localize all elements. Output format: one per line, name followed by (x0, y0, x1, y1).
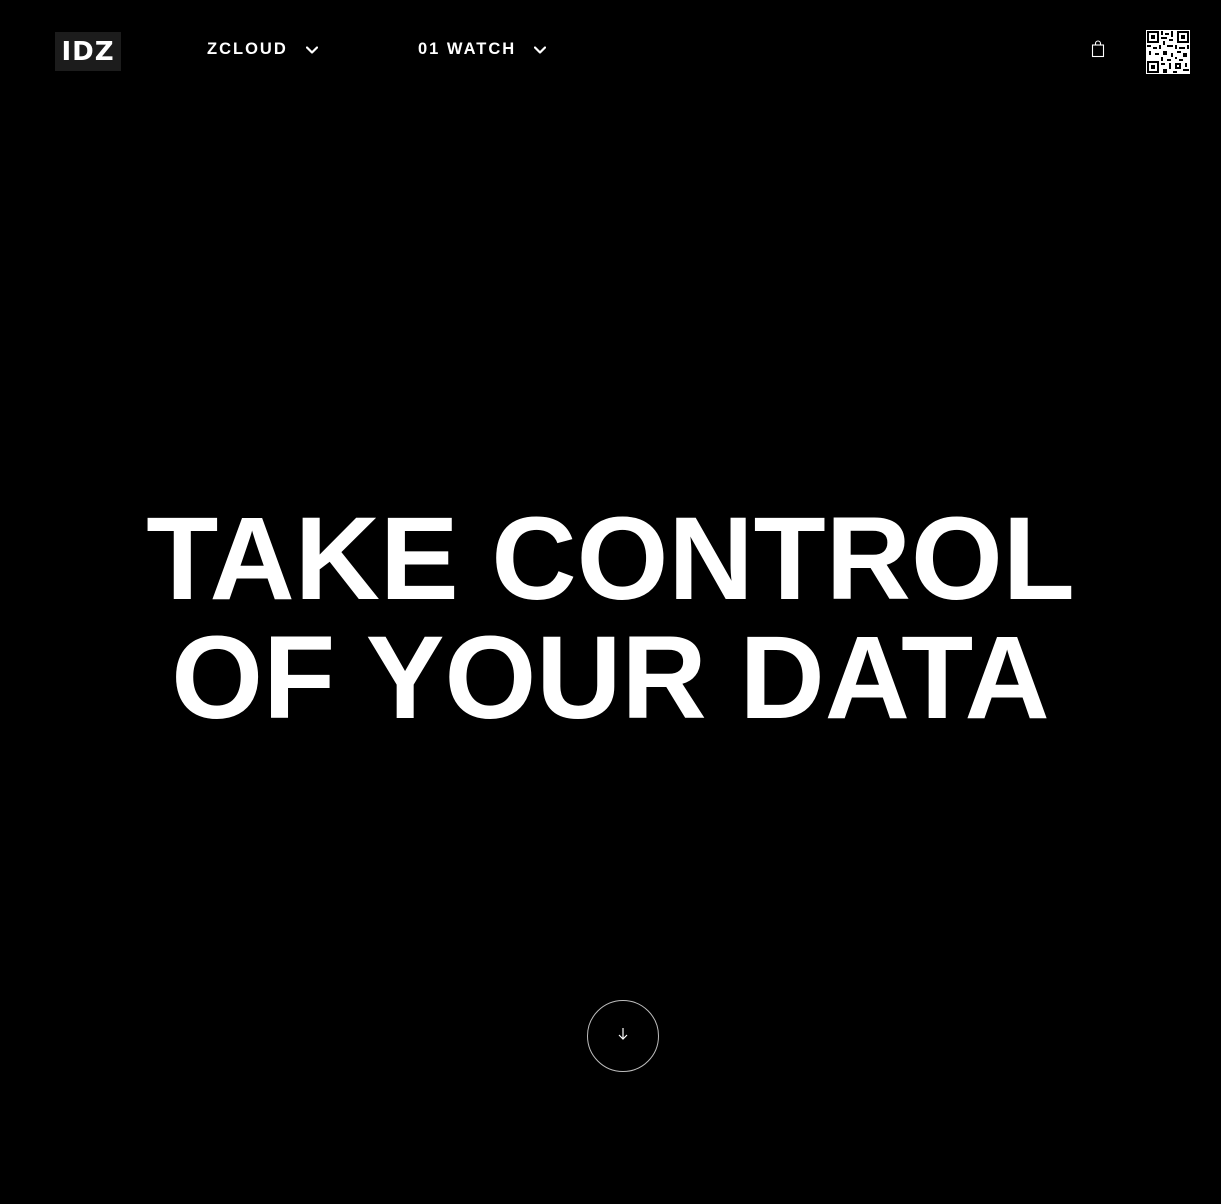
qr-code-icon[interactable] (1146, 30, 1190, 74)
arrow-down-icon (617, 1027, 629, 1046)
shopping-bag-icon[interactable] (1091, 40, 1105, 58)
nav-item-label: ZCLOUD (207, 40, 288, 58)
logo[interactable]: IDZ (55, 32, 121, 71)
hero-headline: TAKE CONTROL OF YOUR DATA (0, 500, 1221, 738)
nav-item-zcloud[interactable]: ZCLOUD (207, 40, 318, 59)
logo-text: IDZ (61, 36, 115, 67)
hero-line-2: OF YOUR DATA (171, 612, 1050, 744)
chevron-down-icon (534, 45, 547, 54)
chevron-down-icon (305, 45, 318, 54)
nav-item-label: 01 WATCH (418, 40, 517, 58)
hero-line-1: TAKE CONTROL (146, 493, 1075, 625)
nav-item-01-watch[interactable]: 01 WATCH (418, 40, 547, 59)
scroll-down-button[interactable] (587, 1000, 659, 1072)
